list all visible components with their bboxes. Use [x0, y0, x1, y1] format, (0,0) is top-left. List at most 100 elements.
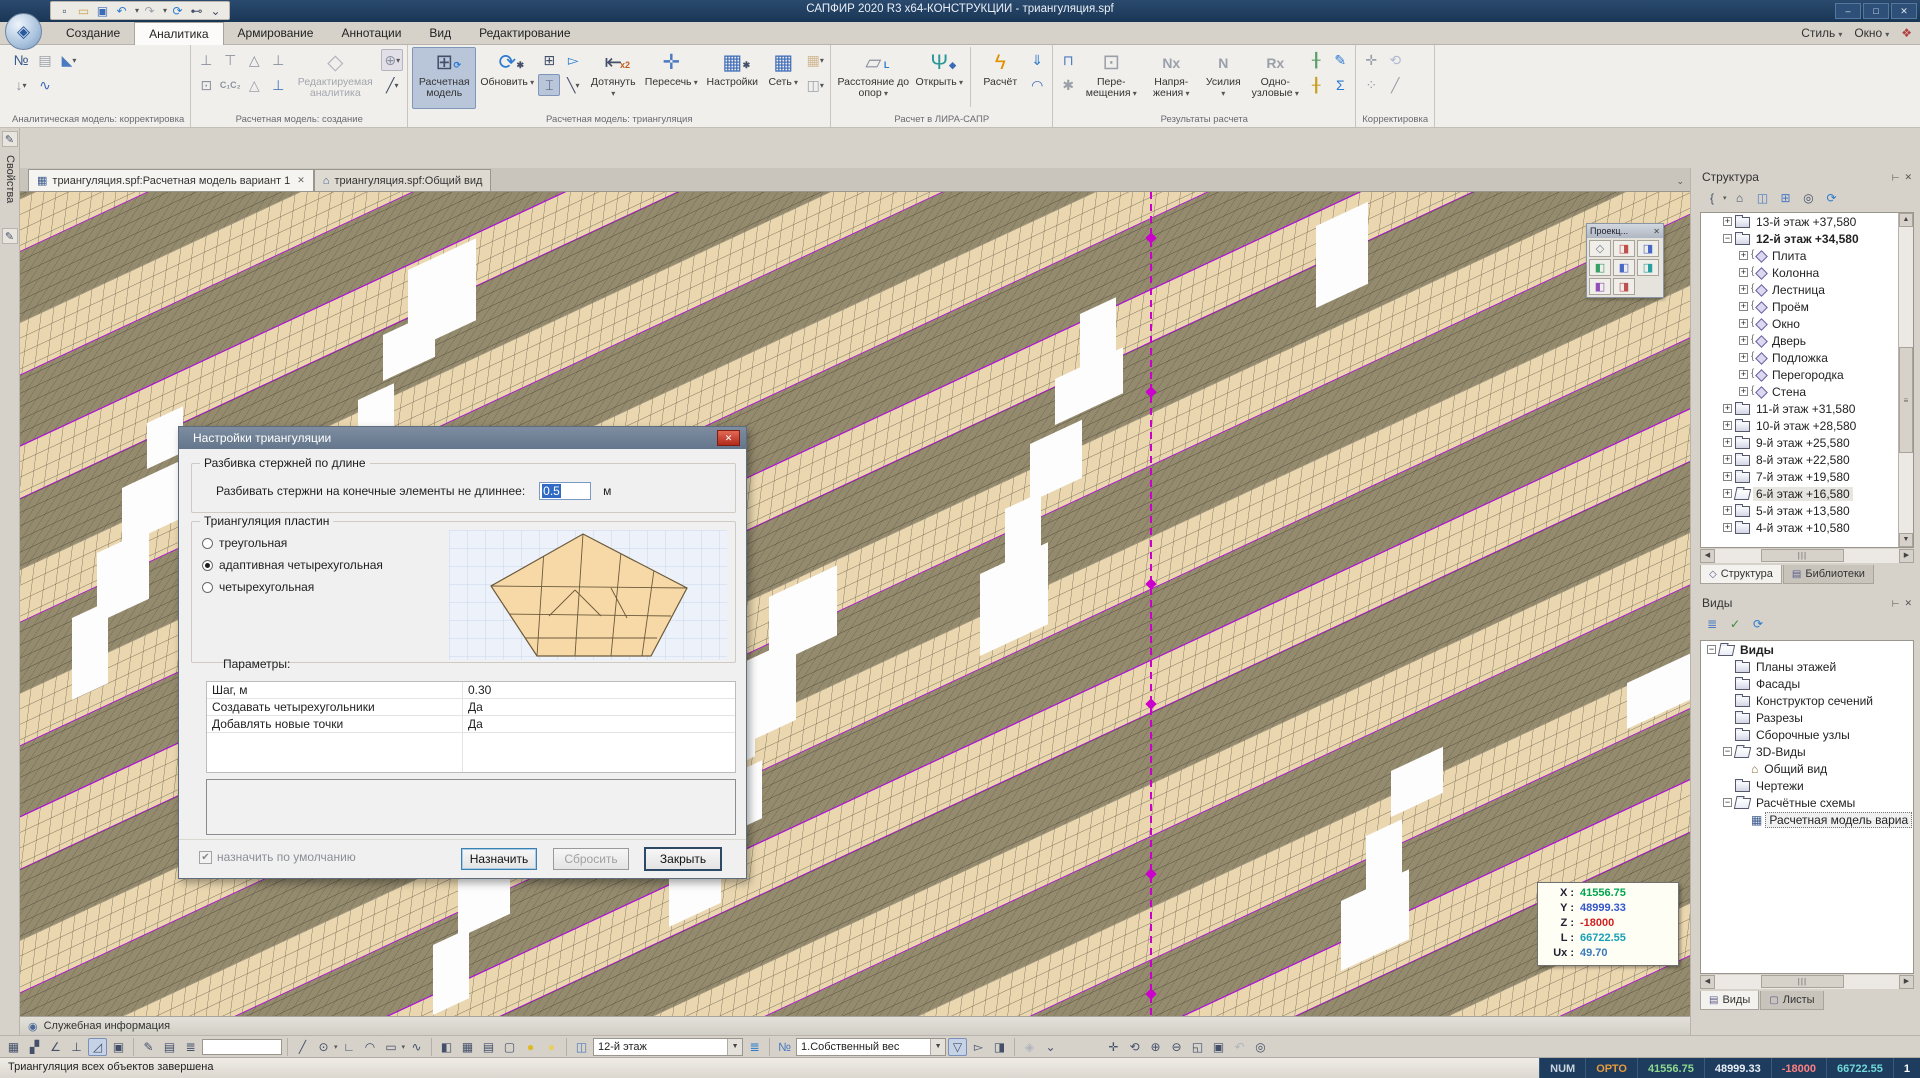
align-nodes-icon[interactable]: ⁘	[1360, 74, 1382, 96]
snap-grid-icon[interactable]: ▦	[4, 1038, 23, 1056]
home-icon[interactable]: ⌂	[1730, 189, 1750, 208]
update-frame-icon[interactable]: ⊞	[538, 49, 560, 71]
window-menu[interactable]: Окно▾	[1854, 26, 1889, 40]
support-pinned-icon[interactable]: ⊥	[195, 49, 217, 71]
maximize-button[interactable]: □	[1863, 3, 1889, 19]
tree-item[interactable]: +Дверь	[1701, 332, 1913, 349]
load-arrow-icon[interactable]: ↓▾	[10, 74, 32, 96]
table-row[interactable]: Создавать четырехугольникиДа	[207, 699, 735, 716]
filter-type-icon[interactable]: {	[1702, 189, 1722, 208]
close-icon[interactable]: ✕	[1653, 227, 1660, 236]
floor-visibility-icon[interactable]: ◫	[572, 1038, 591, 1056]
scale-settings-icon[interactable]: ✱	[1057, 74, 1079, 96]
ibeam-elements-icon[interactable]: ⌶	[538, 74, 560, 96]
tree-expander[interactable]: −	[1723, 747, 1732, 756]
menu-tab-4[interactable]: Аннотации	[327, 22, 415, 45]
reset-button[interactable]: Сбросить	[553, 848, 629, 870]
style-menu[interactable]: Стиль▾	[1801, 26, 1842, 40]
tree-expander[interactable]: −	[1707, 645, 1716, 654]
mesh-hide-icon[interactable]: ▦▾	[804, 49, 826, 71]
support-hanger-icon[interactable]: ⊤	[219, 49, 241, 71]
support-hinged-icon[interactable]: △	[243, 49, 265, 71]
tree-expander[interactable]: +	[1723, 404, 1732, 413]
tree-expander[interactable]: +	[1723, 506, 1732, 515]
tree-item[interactable]: ⌂Общий вид	[1701, 760, 1913, 777]
tree-item[interactable]: −Виды	[1701, 641, 1913, 658]
diagonal-line-icon[interactable]: ╲▾	[562, 74, 584, 96]
snap-angle-icon[interactable]: ∠	[46, 1038, 65, 1056]
dialog-close-button[interactable]: ✕	[717, 430, 740, 446]
tree-item[interactable]: +6-й этаж +16,580	[1701, 485, 1913, 502]
lamp-off-icon[interactable]: ●	[542, 1038, 561, 1056]
draw-arc-icon[interactable]: ◠	[361, 1038, 380, 1056]
rotate-copy-icon[interactable]: ⟲	[1384, 49, 1406, 71]
pan-icon[interactable]: ✛	[1104, 1038, 1123, 1056]
structure-tab-библиотеки[interactable]: ▤Библиотеки	[1783, 565, 1874, 584]
add-view-icon[interactable]: ⊞	[1776, 189, 1796, 208]
tree-expander[interactable]: +	[1739, 302, 1748, 311]
proj-axonometry-icon[interactable]: ◇	[1589, 240, 1611, 257]
support-fixed-icon[interactable]: ⊥	[267, 49, 289, 71]
displacements-button[interactable]: ⊡Пере- мещения ▾	[1081, 47, 1141, 109]
tree-item[interactable]: +Лестница	[1701, 281, 1913, 298]
properties-vertical-tab[interactable]: Свойства	[4, 155, 16, 225]
tree-item[interactable]: +Стена	[1701, 383, 1913, 400]
view-settings-icon[interactable]: ≣	[1702, 615, 1722, 634]
tree-item[interactable]: +Окно	[1701, 315, 1913, 332]
structure-horizontal-scrollbar[interactable]: ◀|||▶	[1700, 549, 1914, 563]
close-dialog-button[interactable]: Закрыть	[645, 848, 721, 870]
proj-right-icon[interactable]: ◧	[1613, 259, 1635, 276]
bench-results-icon[interactable]: ⊓	[1057, 49, 1079, 71]
zoom-in-icon[interactable]: ⊕	[1146, 1038, 1165, 1056]
tree-expander[interactable]: +	[1739, 251, 1748, 260]
close-icon[interactable]: ✕	[1904, 598, 1912, 609]
materials-book-icon[interactable]: ▤	[479, 1038, 498, 1056]
tree-expander[interactable]: +	[1723, 455, 1732, 464]
refresh-icon[interactable]: ⟳	[1748, 615, 1768, 634]
views-tab-виды[interactable]: ▤Виды	[1700, 991, 1759, 1010]
move-nodes-icon[interactable]: ✛	[1360, 49, 1382, 71]
cursor-split-icon[interactable]: ▻	[562, 49, 584, 71]
tree-item[interactable]: Разрезы	[1701, 709, 1913, 726]
tree-item[interactable]: +8-й этаж +22,580	[1701, 451, 1913, 468]
proj-bottom-icon[interactable]: ◨	[1613, 278, 1635, 295]
point-target-icon[interactable]: ⊕▾	[381, 49, 403, 71]
menu-tab-6[interactable]: Редактирование	[465, 22, 584, 45]
distance-to-supports-button[interactable]: ▱LРасстояние до опор ▾	[835, 47, 911, 109]
refresh-icon[interactable]: ⟳	[1822, 189, 1842, 208]
zoom-fit-icon[interactable]: ▣	[1209, 1038, 1228, 1056]
orbit-icon[interactable]: ⟲	[1125, 1038, 1144, 1056]
snap-perpendicular-icon[interactable]: ⊥	[67, 1038, 86, 1056]
assign-button[interactable]: Назначить	[461, 848, 537, 870]
edit-results-icon[interactable]: ✎	[1329, 49, 1351, 71]
tree-expander[interactable]: +	[1723, 489, 1732, 498]
sapfir-logo-icon[interactable]: ◈	[5, 13, 42, 50]
draw-circle-icon[interactable]: ⊙	[314, 1038, 333, 1056]
dialog-titlebar[interactable]: Настройки триангуляции	[179, 427, 746, 449]
node-results-icon[interactable]: ╂	[1305, 49, 1327, 71]
tree-item[interactable]: +10-й этаж +28,580	[1701, 417, 1913, 434]
draw-line-icon[interactable]: ╱	[293, 1038, 312, 1056]
draw-rect-icon[interactable]: ▭	[382, 1038, 401, 1056]
lamp-on-icon[interactable]: ●	[521, 1038, 540, 1056]
draw-spline-icon[interactable]: ∿	[407, 1038, 426, 1056]
tree-item[interactable]: ▦Расчетная модель вариа	[1701, 811, 1913, 828]
funnel-filter-icon[interactable]: ▽	[948, 1038, 967, 1056]
tree-expander[interactable]: +	[1739, 285, 1748, 294]
calculate-button[interactable]: ϟРасчёт	[976, 47, 1024, 109]
node-lamp-icon[interactable]: ╂	[1305, 74, 1327, 96]
minimize-button[interactable]: –	[1835, 3, 1861, 19]
tree-expander[interactable]: +	[1723, 421, 1732, 430]
table-row[interactable]: Добавлять новые точкиДа	[207, 716, 735, 733]
tree-item[interactable]: +Подложка	[1701, 349, 1913, 366]
edit-pencil-icon[interactable]: ✎	[2, 228, 18, 244]
export-scheme-icon[interactable]: ⇓	[1026, 49, 1048, 71]
layers-filter-icon[interactable]: ≣	[745, 1038, 764, 1056]
pin-icon[interactable]: ⊥	[1889, 599, 1900, 607]
stresses-button[interactable]: NxНапря- жения ▾	[1143, 47, 1199, 109]
zoom-out-icon[interactable]: ⊖	[1167, 1038, 1186, 1056]
clip-volume-icon[interactable]: ▢	[500, 1038, 519, 1056]
close-icon[interactable]: ✕	[1904, 172, 1912, 183]
snap-corner-icon[interactable]: ◿	[88, 1038, 107, 1056]
tree-item[interactable]: −Расчётные схемы	[1701, 794, 1913, 811]
